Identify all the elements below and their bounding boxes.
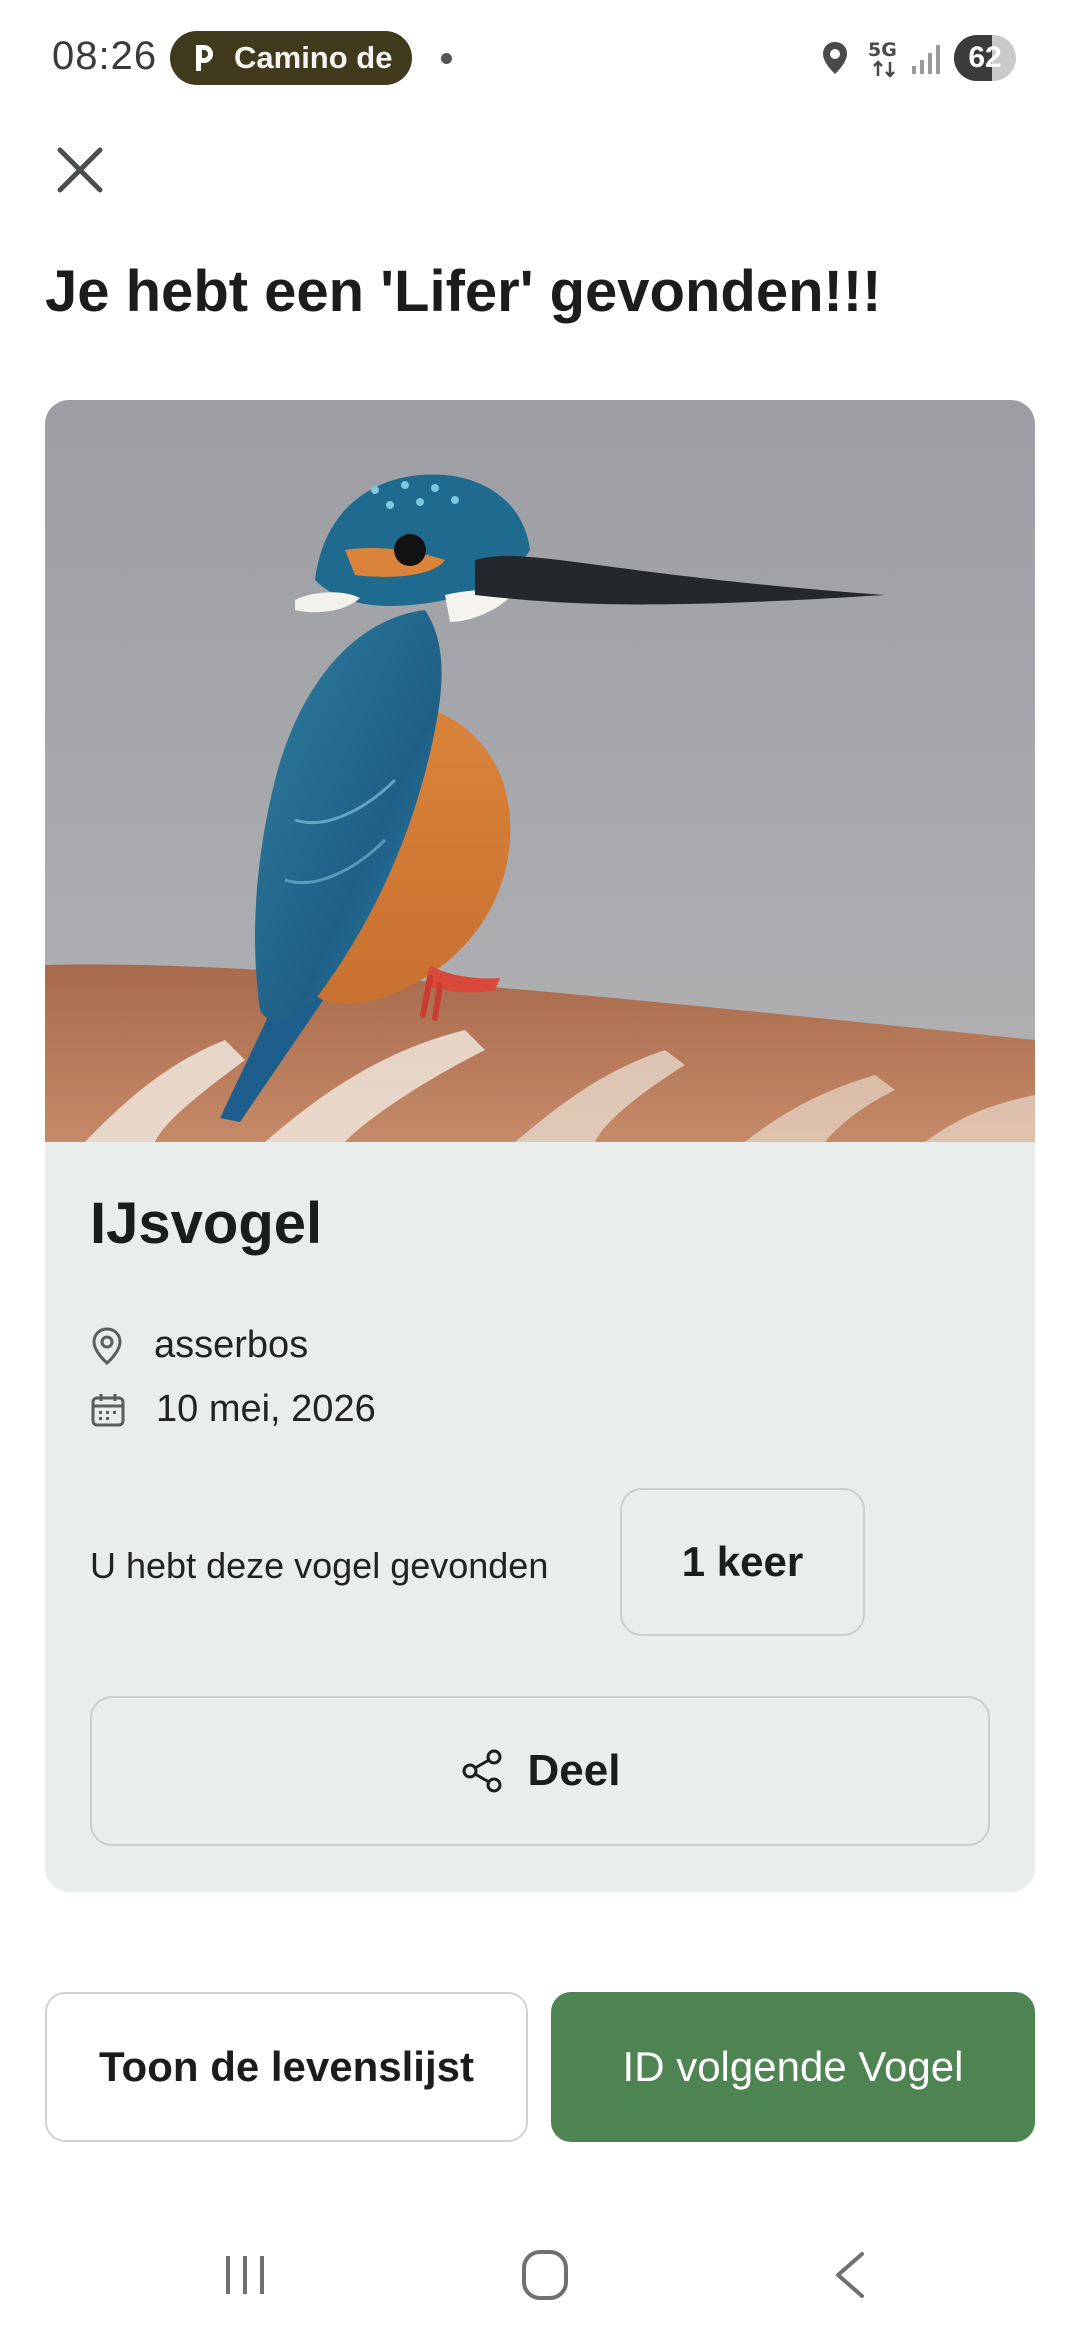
bird-photo xyxy=(45,400,1035,1142)
nav-recent-icon[interactable] xyxy=(220,2250,270,2300)
found-count-badge: 1 keer xyxy=(620,1488,865,1636)
location-text: asserbos xyxy=(154,1324,309,1366)
show-life-list-button[interactable]: Toon de levenslijst xyxy=(45,1992,528,2142)
calendar-icon xyxy=(91,1393,125,1426)
identify-next-bird-label: ID volgende Vogel xyxy=(622,2043,964,2090)
app-pill-label: Camino de xyxy=(234,40,393,75)
page-title: Je hebt een 'Lifer' gevonden!!! xyxy=(45,259,882,324)
location-pin-icon xyxy=(92,1326,122,1365)
date-text: 10 mei, 2026 xyxy=(156,1388,376,1430)
nav-home-icon[interactable] xyxy=(520,2248,570,2302)
identify-next-bird-button[interactable]: ID volgende Vogel xyxy=(551,1992,1035,2142)
location-row: asserbos xyxy=(90,1324,308,1367)
found-count-value: 1 keer xyxy=(681,1538,804,1585)
notification-dot xyxy=(441,53,452,64)
sighting-card: IJsvogel asserbos 10 mei, 2026 U hebt de… xyxy=(45,400,1035,1892)
status-bar: 08:26 Camino de 5G 62 xyxy=(0,0,1080,120)
network-5g-icon: 5G xyxy=(868,39,897,78)
share-icon xyxy=(462,1749,502,1793)
close-icon[interactable] xyxy=(50,140,110,200)
location-status-icon xyxy=(823,42,847,74)
system-nav-bar xyxy=(0,2210,1080,2340)
battery-indicator: 62 xyxy=(954,35,1016,81)
show-life-list-label: Toon de levenslijst xyxy=(99,2043,474,2090)
app-logo-icon xyxy=(196,45,213,71)
signal-strength-icon xyxy=(912,45,940,74)
found-count-label: U hebt deze vogel gevonden xyxy=(90,1545,549,1586)
svg-text:5G: 5G xyxy=(868,39,897,61)
status-time: 08:26 xyxy=(52,34,158,78)
share-label: Deel xyxy=(527,1746,621,1795)
ongoing-app-pill[interactable]: Camino de xyxy=(170,31,412,85)
battery-level: 62 xyxy=(968,41,1002,74)
nav-back-icon[interactable] xyxy=(830,2248,870,2302)
species-name: IJsvogel xyxy=(90,1191,323,1256)
date-row: 10 mei, 2026 xyxy=(90,1388,376,1431)
share-button[interactable]: Deel xyxy=(90,1696,990,1846)
